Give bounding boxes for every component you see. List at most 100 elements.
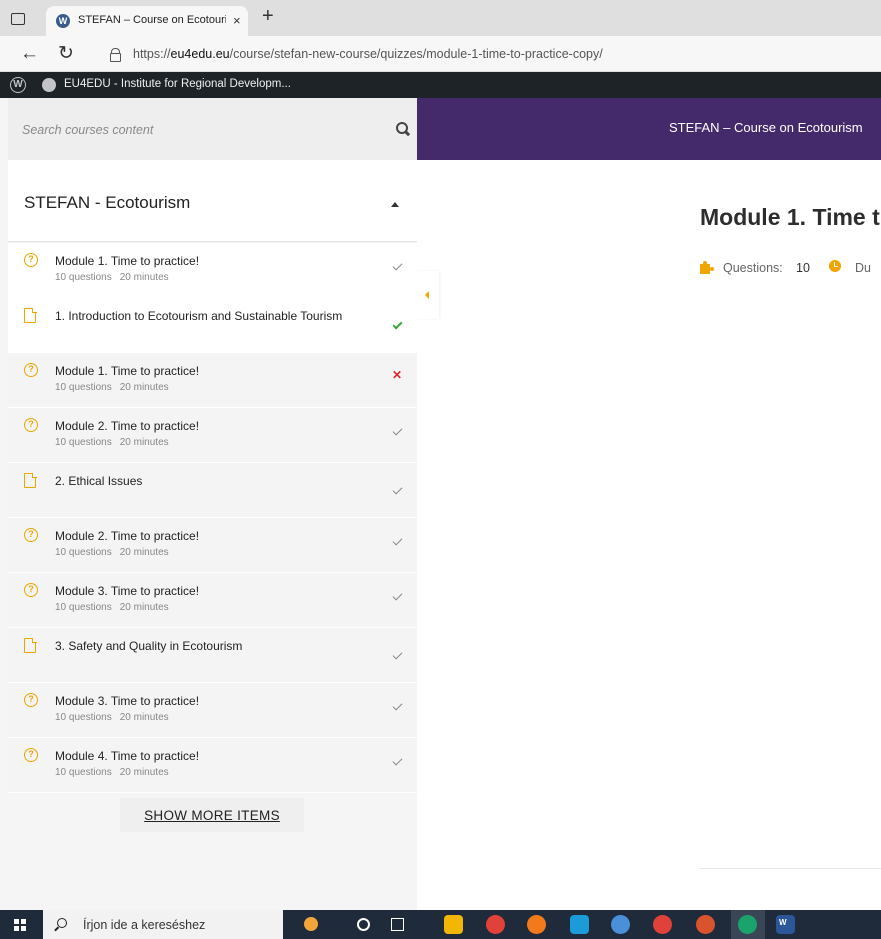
back-arrow-icon[interactable]: ←: [20, 43, 39, 65]
section-header[interactable]: STEFAN - Ecotourism: [8, 160, 417, 242]
item-title: Module 2. Time to practice!: [55, 529, 200, 543]
quiz-icon: ?: [24, 418, 38, 432]
page-title: Module 1. Time t: [700, 204, 880, 230]
edge-active-slot[interactable]: [731, 910, 765, 939]
lock-icon[interactable]: [110, 48, 121, 62]
quiz-icon: ?: [24, 693, 38, 707]
quiz-icon: ?: [24, 583, 38, 597]
address-bar: ← ↻ https://eu4edu.eu/course/stefan-new-…: [0, 36, 881, 72]
item-duration: 20 minutes: [119, 382, 169, 393]
list-item[interactable]: ? Module 2. Time to practice! 10 questio…: [8, 408, 417, 463]
item-meta: 10 questions 20 minutes: [55, 547, 169, 558]
item-title: 3. Safety and Quality in Ecotourism: [55, 639, 243, 653]
edge-icon: [738, 915, 757, 934]
item-questions: 10 questions: [55, 272, 112, 283]
list-item[interactable]: 3. Safety and Quality in Ecotourism: [8, 628, 417, 683]
item-questions: 10 questions: [55, 437, 112, 448]
messenger-icon[interactable]: [611, 915, 630, 934]
check-icon: [392, 755, 403, 766]
url-domain: eu4edu.eu: [170, 47, 230, 61]
item-meta: 10 questions 20 minutes: [55, 602, 169, 613]
item-meta: 10 questions 20 minutes: [55, 382, 169, 393]
section-title: STEFAN - Ecotourism: [24, 193, 191, 212]
url-path: /course/stefan-new-course/quizzes/module…: [229, 47, 603, 61]
wordpress-logo-icon[interactable]: W: [10, 77, 26, 93]
search-icon: [57, 918, 67, 928]
item-duration: 20 minutes: [119, 272, 169, 283]
chrome-icon[interactable]: [486, 915, 505, 934]
url-prefix: https://: [133, 47, 171, 61]
caret-left-icon: [425, 291, 429, 299]
wp-admin-bar: W EU4EDU - Institute for Regional Develo…: [0, 72, 881, 98]
clock-icon: [829, 260, 841, 272]
item-duration: 20 minutes: [119, 547, 169, 558]
item-meta: 10 questions 20 minutes: [55, 712, 169, 723]
search-input[interactable]: [22, 120, 362, 140]
item-title: Module 1. Time to practice!: [55, 364, 200, 378]
cortana-icon[interactable]: [357, 918, 370, 931]
check-icon: [392, 260, 403, 271]
firefox-icon[interactable]: [527, 915, 546, 934]
check-icon: [392, 319, 403, 330]
document-icon: [24, 472, 37, 488]
document-icon: [24, 307, 37, 323]
check-icon: [392, 700, 403, 711]
quiz-icon: ?: [24, 253, 38, 267]
list-item[interactable]: ? Module 1. Time to practice! 10 questio…: [8, 243, 417, 298]
site-icon[interactable]: [42, 78, 56, 92]
item-questions: 10 questions: [55, 712, 112, 723]
item-questions: 10 questions: [55, 382, 112, 393]
url-field[interactable]: https://eu4edu.eu/course/stefan-new-cour…: [133, 47, 603, 61]
item-duration: 20 minutes: [119, 767, 169, 778]
tab-close-icon[interactable]: ×: [233, 13, 241, 28]
taskbar-search-box[interactable]: Írjon ide a kereséshez: [43, 910, 283, 939]
list-item[interactable]: ? Module 1. Time to practice! 10 questio…: [8, 353, 417, 408]
quiz-icon: ?: [24, 748, 38, 762]
check-icon: [392, 484, 403, 495]
list-item[interactable]: 1. Introduction to Ecotourism and Sustai…: [8, 298, 417, 353]
cross-icon: ✕: [392, 368, 403, 382]
list-item[interactable]: ? Module 3. Time to practice! 10 questio…: [8, 683, 417, 738]
new-tab-button[interactable]: +: [262, 6, 274, 26]
chrome-profile-2-icon[interactable]: [696, 915, 715, 934]
search-highlight-icon[interactable]: [290, 914, 332, 935]
list-item[interactable]: 2. Ethical Issues: [8, 463, 417, 518]
list-item[interactable]: ? Module 4. Time to practice! 10 questio…: [8, 738, 417, 793]
task-view-icon[interactable]: [391, 918, 404, 931]
item-meta: 10 questions 20 minutes: [55, 767, 169, 778]
windows-start-icon[interactable]: [14, 919, 26, 931]
chrome-profile-icon[interactable]: [653, 915, 672, 934]
check-icon: [392, 425, 403, 436]
show-more-button[interactable]: SHOW MORE ITEMS: [120, 798, 304, 832]
quiz-icon: ?: [24, 363, 38, 377]
list-item[interactable]: ? Module 2. Time to practice! 10 questio…: [8, 518, 417, 573]
questions-label: Questions:: [723, 261, 783, 275]
course-name-link[interactable]: STEFAN – Course on Ecotourism: [669, 120, 863, 135]
caret-up-icon[interactable]: [391, 202, 399, 207]
browser-tab-bar: W STEFAN – Course on Ecotourism × +: [0, 0, 881, 36]
item-title: Module 3. Time to practice!: [55, 694, 200, 708]
document-icon: [24, 637, 37, 653]
tab-actions-icon[interactable]: [8, 9, 26, 27]
divider: [700, 868, 881, 869]
browser-tab[interactable]: W STEFAN – Course on Ecotourism ×: [46, 6, 248, 36]
item-title: Module 1. Time to practice!: [55, 254, 200, 268]
curriculum-list: ? Module 1. Time to practice! 10 questio…: [8, 243, 417, 793]
taskbar-search-text: Írjon ide a kereséshez: [83, 918, 206, 932]
list-item[interactable]: ? Module 3. Time to practice! 10 questio…: [8, 573, 417, 628]
file-explorer-icon[interactable]: [444, 915, 463, 934]
course-sidebar: STEFAN - Ecotourism ? Module 1. Time to …: [0, 98, 417, 910]
item-questions: 10 questions: [55, 547, 112, 558]
item-duration: 20 minutes: [119, 602, 169, 613]
reload-icon[interactable]: ↻: [58, 42, 74, 65]
wordpress-favicon-icon: W: [56, 14, 70, 28]
item-questions: 10 questions: [55, 767, 112, 778]
search-icon[interactable]: [396, 122, 410, 136]
item-title: Module 3. Time to practice!: [55, 584, 200, 598]
calculator-app-icon[interactable]: [570, 915, 589, 934]
item-duration: 20 minutes: [119, 712, 169, 723]
item-questions: 10 questions: [55, 602, 112, 613]
word-label: W: [779, 918, 787, 927]
sidebar-toggle-button[interactable]: [417, 271, 439, 319]
site-name-link[interactable]: EU4EDU - Institute for Regional Developm…: [64, 78, 291, 90]
